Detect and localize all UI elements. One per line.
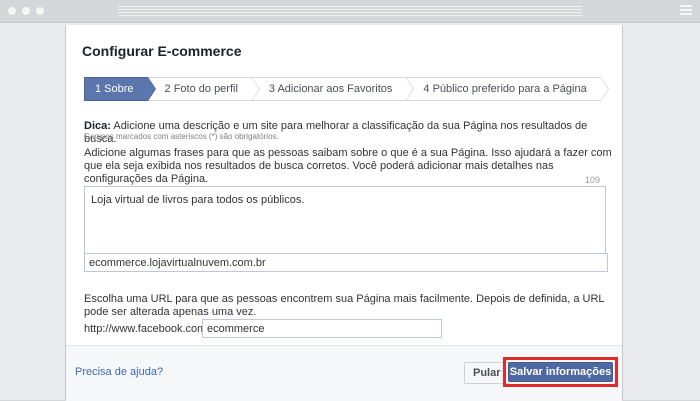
dialog-footer: Precisa de ajuda? Pular Salvar informaçõ…	[66, 345, 622, 401]
window-close-dot-icon[interactable]	[8, 7, 16, 15]
hint-label: Dica:	[84, 120, 111, 132]
save-button-highlight: Salvar informações	[503, 357, 618, 387]
facebook-url-prefix: http://www.facebook.com/	[84, 323, 210, 335]
help-link[interactable]: Precisa de ajuda?	[75, 366, 163, 378]
description-prompt: Adicione algumas frases para que as pess…	[84, 147, 612, 185]
url-prompt: Escolha uma URL para que as pessoas enco…	[84, 293, 605, 318]
window-minimize-dot-icon[interactable]	[22, 7, 30, 15]
step-preferred-audience[interactable]: 4 Público preferido para a Página	[406, 77, 609, 101]
page-viewport: Configurar E-commerce 1 Sobre 2 Foto do …	[0, 23, 700, 401]
step-about[interactable]: 1 Sobre	[84, 77, 156, 101]
address-bar-placeholder	[118, 6, 582, 16]
window-maximize-dot-icon[interactable]	[36, 7, 44, 15]
step-add-favorites[interactable]: 3 Adicionar aos Favoritos	[251, 77, 414, 101]
setup-dialog: Configurar E-commerce 1 Sobre 2 Foto do …	[65, 25, 623, 401]
save-info-button[interactable]: Salvar informações	[508, 362, 613, 382]
browser-titlebar	[0, 0, 700, 23]
description-textarea[interactable]: Loja virtual de livros para todos os púb…	[84, 186, 606, 254]
required-fields-note: Campos marcados com asteriscos (*) são o…	[84, 132, 279, 141]
step-profile-photo[interactable]: 2 Foto do perfil	[147, 77, 261, 101]
facebook-username-input[interactable]	[202, 319, 442, 338]
char-counter: 109	[584, 175, 600, 185]
browser-menu-icon[interactable]	[680, 5, 692, 17]
website-input[interactable]	[84, 253, 608, 272]
dialog-title: Configurar E-commerce	[82, 43, 242, 59]
browser-window: Configurar E-commerce 1 Sobre 2 Foto do …	[0, 0, 700, 401]
step-tabs: 1 Sobre 2 Foto do perfil 3 Adicionar aos…	[84, 77, 609, 101]
